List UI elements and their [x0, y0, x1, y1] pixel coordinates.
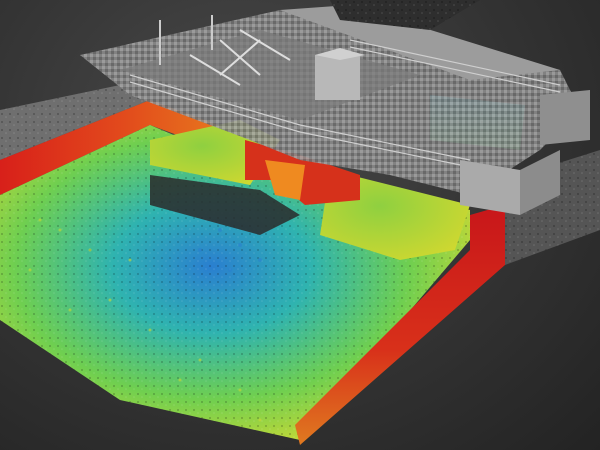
point-cloud-viewport[interactable]: [0, 0, 600, 450]
point-cloud-render: [0, 0, 600, 445]
control-house: [315, 55, 360, 100]
